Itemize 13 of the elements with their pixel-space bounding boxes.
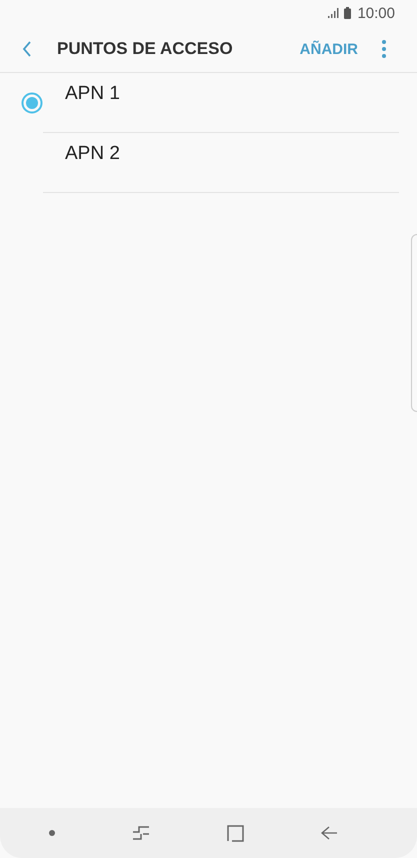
dot-icon bbox=[48, 830, 55, 836]
back-icon[interactable] bbox=[22, 41, 32, 57]
apn-name[interactable]: APN 2 bbox=[65, 143, 120, 164]
more-options-icon[interactable] bbox=[382, 40, 386, 58]
screen-title: PUNTOS DE ACCESO bbox=[57, 39, 234, 59]
status-time: 10:00 bbox=[357, 4, 395, 22]
home-icon[interactable] bbox=[227, 824, 244, 842]
apn-name[interactable]: APN 1 bbox=[65, 83, 120, 104]
signal-icon bbox=[328, 8, 340, 18]
radio-button[interactable] bbox=[20, 92, 42, 114]
battery-icon bbox=[344, 7, 352, 19]
back-nav-icon[interactable] bbox=[321, 826, 338, 840]
recent-apps-icon[interactable] bbox=[132, 826, 150, 840]
